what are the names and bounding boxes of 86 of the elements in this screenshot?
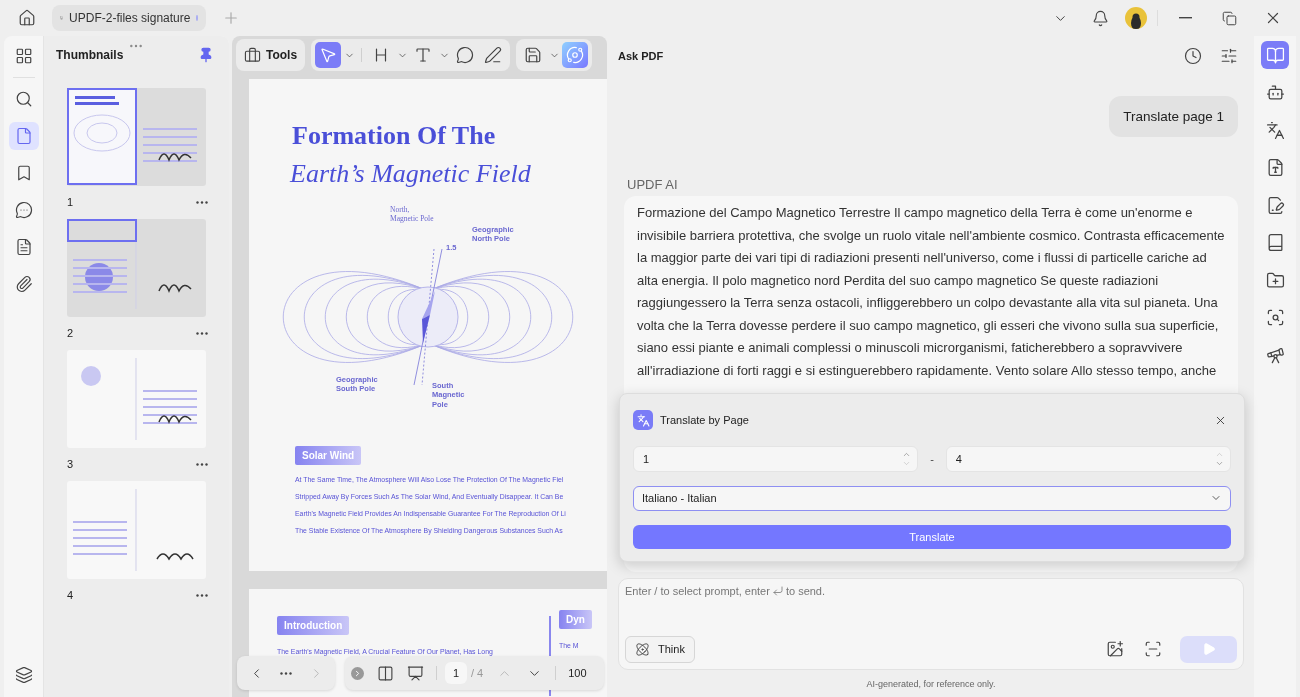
page-number: 3 <box>67 458 74 470</box>
end-page-field[interactable]: 4 <box>945 446 1231 472</box>
range-separator: - <box>930 453 934 465</box>
enter-key-icon <box>771 585 784 597</box>
more-icon <box>196 462 208 466</box>
page-count: / 4 <box>471 667 484 679</box>
think-button[interactable]: Think <box>625 635 695 663</box>
paperclip-icon <box>14 275 33 293</box>
page-number-field[interactable]: 1 <box>445 662 467 684</box>
translate-button[interactable]: Translate <box>633 524 1231 549</box>
folder-icon <box>1265 270 1285 290</box>
image-icon <box>1106 640 1124 658</box>
search-icon <box>1265 308 1285 327</box>
prompt-field[interactable]: Enter / to select prompt, enter to send. Think <box>618 578 1244 670</box>
minimize-icon <box>1178 17 1192 19</box>
assistant-name: UPDF AI <box>627 177 679 192</box>
start-page-field[interactable]: 1 <box>633 446 919 472</box>
book-icon <box>1265 45 1285 65</box>
home-icon <box>18 9 36 27</box>
more-icon <box>196 200 208 204</box>
two-page-icon <box>376 664 394 682</box>
page-icon <box>14 127 33 145</box>
pointer-icon <box>319 46 338 64</box>
section-heading: Solar Wind <box>295 446 362 465</box>
ai-icon <box>566 46 585 64</box>
search-icon <box>14 90 33 108</box>
screenshot-icon <box>1144 640 1162 658</box>
plus-icon <box>222 9 240 27</box>
save-icon <box>524 46 543 64</box>
toolbox-icon <box>244 46 261 64</box>
user-message: Translate page 1 <box>1109 96 1238 137</box>
panel-title: Ask PDF <box>618 50 665 62</box>
clock-icon <box>1184 47 1202 65</box>
collapse-button[interactable] <box>351 666 364 680</box>
page-title: Formation Of The <box>292 121 497 151</box>
zoom-field[interactable]: 100 <box>564 667 599 679</box>
comment-icon <box>14 201 33 219</box>
tab-title: UPDF-2-files signature <box>69 11 191 25</box>
more-icon <box>196 593 208 597</box>
layers-icon <box>14 666 33 684</box>
document-icon <box>14 238 33 256</box>
page-subtitle: Earth’s Magnetic Field <box>290 159 532 189</box>
more-icon <box>280 671 292 675</box>
chevron-up-icon <box>1215 450 1224 459</box>
section-heading: Dyn <box>559 610 592 629</box>
prompt-hint: Enter / to select prompt, enter <box>625 585 770 597</box>
panel-title: Thumbnails <box>56 48 124 62</box>
prompt-hint: to send. <box>785 585 826 597</box>
page-number: 2 <box>67 327 74 339</box>
chevron-down-icon <box>902 459 912 468</box>
section-heading: Introduction <box>277 616 350 635</box>
document-tab[interactable]: UPDF-2-files signature <box>52 5 206 31</box>
page-thumbnail[interactable] <box>67 88 206 186</box>
comment-icon <box>456 46 475 64</box>
pointer-tool-button[interactable] <box>315 42 342 68</box>
atom-icon <box>635 641 650 657</box>
apps-icon <box>14 47 33 65</box>
ai-tool-button[interactable] <box>562 42 589 68</box>
page-number: 1 <box>67 196 74 208</box>
tools-button[interactable]: Tools <box>236 39 306 71</box>
chevron-right-icon <box>353 668 362 678</box>
dialog-title: Translate by Page <box>660 414 750 426</box>
telescope-icon <box>1265 345 1285 365</box>
translate-icon <box>633 410 653 430</box>
chat-bot-icon <box>1265 83 1285 102</box>
bell-icon <box>1091 9 1109 27</box>
page-button[interactable] <box>8 122 39 150</box>
disclaimer: AI-generated, for reference only. <box>865 678 997 691</box>
assistant-message: Formazione del Campo Magnetico Terrestre Il campo magnetico della Terra è come un'enorme e invisibile barriera protettiva, che svolge un ruolo vitale nell'ambiente cosmico. Contrasta efficacemente la maggior parte dei vari tipi di radiazioni presenti nell'universo, come i flussi di particelle cariche ad alta energia. Il polo magnetico nord Perdita del suo campo magnetico Se queste radiazioni raggiungessero la Terra senza ostacoli, infliggerebbero un colpo devastante alla vita sul pianeta. Una volta che la Terra dovesse perdere il suo campo magnetico, gli esseri che vivono sulla sua superficie, siano essi piante e animali complessi o minuscoli microrganismi, faticherebbero a sopravvivere all'irradiazione di forti raggi e si estinguerebbero rapidamente. Vento solare Allo stesso tempo, anche <box>637 204 1226 380</box>
chevron-down-icon <box>1215 459 1224 468</box>
avatar[interactable] <box>1125 7 1147 29</box>
language-select[interactable]: Italiano - Italian <box>633 486 1231 511</box>
presentation-icon <box>406 664 424 682</box>
page-number: 4 <box>67 589 74 601</box>
chevron-up-icon <box>902 450 912 459</box>
pin-icon <box>198 47 214 63</box>
page-thumbnail[interactable] <box>67 219 206 317</box>
send-icon <box>1201 642 1216 656</box>
restore-icon <box>1221 10 1237 26</box>
translate-icon <box>1265 120 1285 140</box>
page-thumbnail[interactable] <box>67 350 206 448</box>
pen-icon <box>484 46 503 64</box>
more-icon <box>196 331 208 335</box>
page-thumbnail[interactable] <box>67 481 206 579</box>
text-icon <box>414 46 433 64</box>
settings-icon <box>1220 47 1238 65</box>
